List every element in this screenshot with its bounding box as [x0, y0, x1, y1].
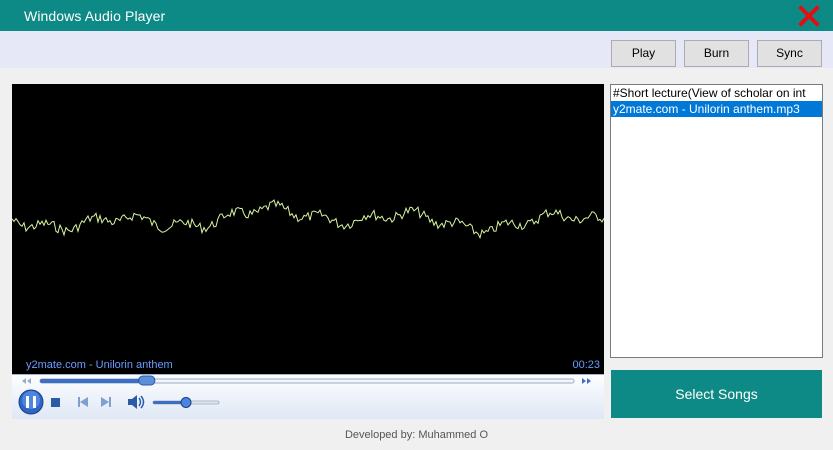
- seek-fill: [40, 379, 147, 383]
- sync-button[interactable]: Sync: [757, 40, 822, 67]
- now-playing-title: y2mate.com - Unilorin anthem: [26, 359, 173, 371]
- waveform-line: [12, 199, 604, 240]
- seek-thumb[interactable]: [138, 375, 156, 386]
- close-icon[interactable]: [798, 5, 820, 27]
- media-player[interactable]: y2mate.com - Unilorin anthem 00:23: [12, 84, 604, 419]
- title-bar: Windows Audio Player: [0, 0, 833, 31]
- play-button[interactable]: Play: [611, 40, 676, 67]
- pause-button[interactable]: [18, 389, 44, 415]
- waveform-visualization: [12, 199, 604, 240]
- volume-icon[interactable]: [128, 395, 145, 409]
- volume-thumb[interactable]: [180, 397, 192, 408]
- transport-controls: [12, 374, 604, 419]
- rewind-small-icon[interactable]: [22, 378, 31, 384]
- burn-button[interactable]: Burn: [684, 40, 749, 67]
- playlist-item[interactable]: #Short lecture(View of scholar on int: [611, 85, 822, 101]
- next-icon[interactable]: [101, 397, 111, 407]
- toolbar: Play Burn Sync: [0, 31, 833, 68]
- window-title: Windows Audio Player: [24, 8, 166, 24]
- playlist-item[interactable]: y2mate.com - Unilorin anthem.mp3: [611, 101, 822, 117]
- fast-forward-small-icon[interactable]: [582, 378, 591, 384]
- playlist[interactable]: #Short lecture(View of scholar on int y2m…: [610, 84, 823, 358]
- playback-time: 00:23: [572, 359, 600, 371]
- previous-icon[interactable]: [78, 397, 88, 407]
- select-songs-button[interactable]: Select Songs: [611, 370, 822, 418]
- stop-icon[interactable]: [51, 398, 60, 407]
- developer-credit: Developed by: Muhammed O: [344, 429, 489, 441]
